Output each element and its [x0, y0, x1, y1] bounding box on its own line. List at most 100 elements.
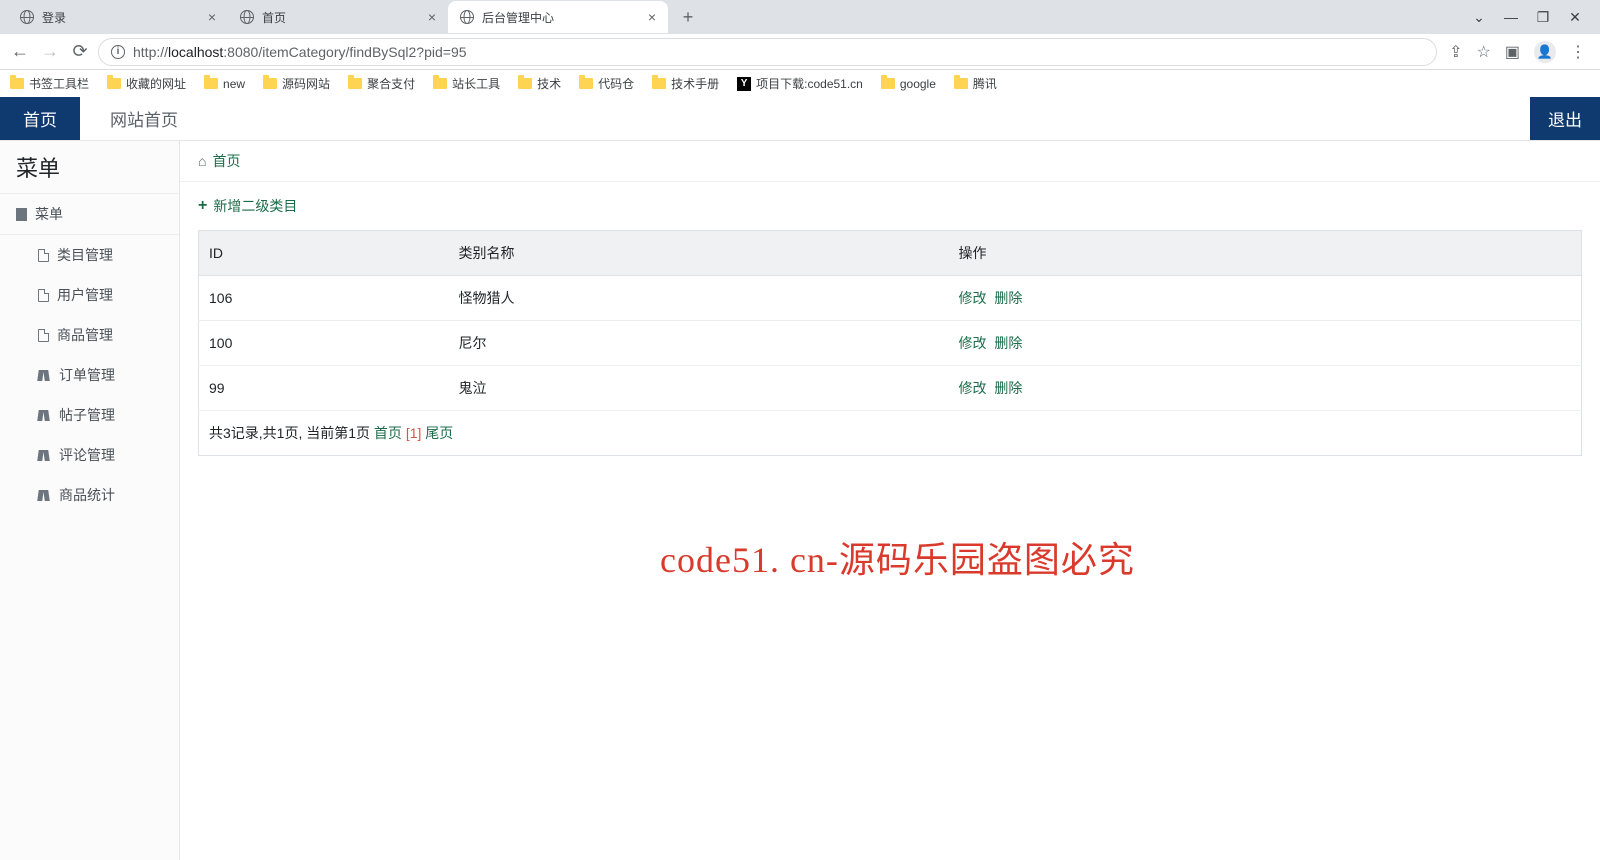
edit-link[interactable]: 修改 [959, 335, 987, 351]
nav-site-link[interactable]: 网站首页 [80, 97, 178, 140]
th-op: 操作 [949, 231, 1582, 276]
sidebar-item-category[interactable]: 类目管理 [0, 235, 179, 275]
close-window-icon[interactable]: ✕ [1568, 9, 1582, 26]
bookmark-folder[interactable]: 腾讯 [954, 75, 997, 92]
bookmark-folder[interactable]: google [881, 77, 936, 91]
sidebar-item-post[interactable]: 帖子管理 [0, 395, 179, 435]
bookmark-folder[interactable]: 技术 [518, 75, 561, 92]
plus-icon: + [198, 197, 207, 215]
bookmark-folder[interactable]: 技术手册 [652, 75, 719, 92]
table-header-row: ID 类别名称 操作 [199, 231, 1582, 276]
folder-icon [433, 78, 447, 89]
star-icon[interactable]: ☆ [1477, 42, 1491, 62]
delete-link[interactable]: 删除 [994, 380, 1022, 396]
category-table: ID 类别名称 操作 106 怪物猎人 修改 删除 100 [198, 230, 1582, 456]
tab-title: 登录 [42, 9, 66, 26]
bookmark-link[interactable]: Y项目下载:code51.cn [737, 75, 863, 92]
nav-home-button[interactable]: 首页 [0, 97, 80, 140]
bookmark-folder[interactable]: 书签工具栏 [10, 75, 89, 92]
folder-icon [881, 78, 895, 89]
close-icon[interactable]: × [428, 9, 436, 25]
pagination-summary: 共3记录,共1页, 当前第1页 [209, 425, 370, 441]
document-icon [38, 249, 49, 262]
menu-root[interactable]: 菜单 [0, 193, 179, 235]
bookmarks-bar: 书签工具栏 收藏的网址 new 源码网站 聚合支付 站长工具 技术 代码仓 技术… [0, 70, 1600, 97]
folder-icon [652, 78, 666, 89]
folder-icon [263, 78, 277, 89]
chevron-down-icon[interactable]: ⌄ [1472, 9, 1486, 26]
document-icon [16, 208, 27, 221]
reload-button[interactable]: ⟳ [68, 40, 92, 64]
pagination-last[interactable]: 尾页 [425, 425, 453, 441]
menu-icon[interactable]: ⋮ [1570, 42, 1586, 62]
panel-icon[interactable]: ▣ [1505, 42, 1520, 62]
pagination-first[interactable]: 首页 [374, 425, 402, 441]
cell-name: 鬼泣 [449, 366, 949, 411]
globe-icon [460, 10, 474, 24]
folder-icon [579, 78, 593, 89]
add-category-button[interactable]: + 新增二级类目 [180, 182, 1600, 230]
delete-link[interactable]: 删除 [994, 290, 1022, 306]
document-icon [38, 329, 49, 342]
url-path: :8080/itemCategory/findBySql2?pid=95 [223, 44, 466, 60]
folder-icon [518, 78, 532, 89]
bookmark-folder[interactable]: 代码仓 [579, 75, 634, 92]
window-controls: ⌄ — ❐ ✕ [1472, 9, 1600, 26]
book-icon [38, 490, 51, 501]
breadcrumb-home-link[interactable]: 首页 [212, 151, 240, 171]
table-row: 106 怪物猎人 修改 删除 [199, 276, 1582, 321]
close-icon[interactable]: × [648, 9, 656, 25]
app: 首页 网站首页 退出 菜单 菜单 类目管理 用户管理 商品管理 订单管理 帖子管… [0, 97, 1600, 860]
edit-link[interactable]: 修改 [959, 380, 987, 396]
tab-admin[interactable]: 后台管理中心 × [448, 1, 668, 33]
sidebar-item-product[interactable]: 商品管理 [0, 315, 179, 355]
cell-id: 106 [199, 276, 449, 321]
pagination-current: [1] [406, 425, 422, 441]
document-icon [38, 289, 49, 302]
breadcrumb: ⌂ 首页 [180, 141, 1600, 182]
address-bar[interactable]: i http://localhost:8080/itemCategory/fin… [98, 38, 1437, 66]
back-button[interactable]: ← [8, 40, 32, 64]
bookmark-folder[interactable]: 站长工具 [433, 75, 500, 92]
sidebar-item-comment[interactable]: 评论管理 [0, 435, 179, 475]
globe-icon [240, 10, 254, 24]
cell-id: 100 [199, 321, 449, 366]
bookmark-folder[interactable]: 聚合支付 [348, 75, 415, 92]
tab-login[interactable]: 登录 × [8, 1, 228, 33]
bookmark-folder[interactable]: new [204, 77, 245, 91]
cell-op: 修改 删除 [949, 366, 1582, 411]
edit-link[interactable]: 修改 [959, 290, 987, 306]
new-tab-button[interactable]: + [674, 3, 702, 31]
home-icon: ⌂ [198, 153, 206, 169]
close-icon[interactable]: × [208, 9, 216, 25]
bookmark-folder[interactable]: 源码网站 [263, 75, 330, 92]
book-icon [38, 450, 51, 461]
minimize-icon[interactable]: — [1504, 9, 1518, 26]
info-icon[interactable]: i [111, 45, 125, 59]
toolbar-right: ⇪ ☆ ▣ 👤 ⋮ [1443, 41, 1592, 63]
tab-strip: 登录 × 首页 × 后台管理中心 × + ⌄ — ❐ ✕ [0, 0, 1600, 34]
tab-home[interactable]: 首页 × [228, 1, 448, 33]
content: ⌂ 首页 + 新增二级类目 ID 类别名称 操作 [180, 141, 1600, 860]
share-icon[interactable]: ⇪ [1449, 42, 1462, 62]
app-body: 菜单 菜单 类目管理 用户管理 商品管理 订单管理 帖子管理 评论管理 商品统计… [0, 141, 1600, 860]
tab-title: 首页 [262, 9, 286, 26]
maximize-icon[interactable]: ❐ [1536, 9, 1550, 26]
sidebar-item-order[interactable]: 订单管理 [0, 355, 179, 395]
cell-name: 怪物猎人 [449, 276, 949, 321]
pagination-row: 共3记录,共1页, 当前第1页 首页 [1] 尾页 [199, 411, 1582, 456]
watermark: code51. cn-源码乐园盗图必究 [660, 531, 1135, 583]
delete-link[interactable]: 删除 [994, 335, 1022, 351]
browser-chrome: 登录 × 首页 × 后台管理中心 × + ⌄ — ❐ ✕ ← → ⟳ i htt… [0, 0, 1600, 97]
globe-icon [20, 10, 34, 24]
cell-op: 修改 删除 [949, 321, 1582, 366]
sidebar-item-user[interactable]: 用户管理 [0, 275, 179, 315]
table-row: 100 尼尔 修改 删除 [199, 321, 1582, 366]
forward-button[interactable]: → [38, 40, 62, 64]
avatar[interactable]: 👤 [1534, 41, 1556, 63]
sidebar-item-stats[interactable]: 商品统计 [0, 475, 179, 515]
bookmark-folder[interactable]: 收藏的网址 [107, 75, 186, 92]
cell-op: 修改 删除 [949, 276, 1582, 321]
folder-icon [954, 78, 968, 89]
logout-button[interactable]: 退出 [1530, 97, 1600, 140]
